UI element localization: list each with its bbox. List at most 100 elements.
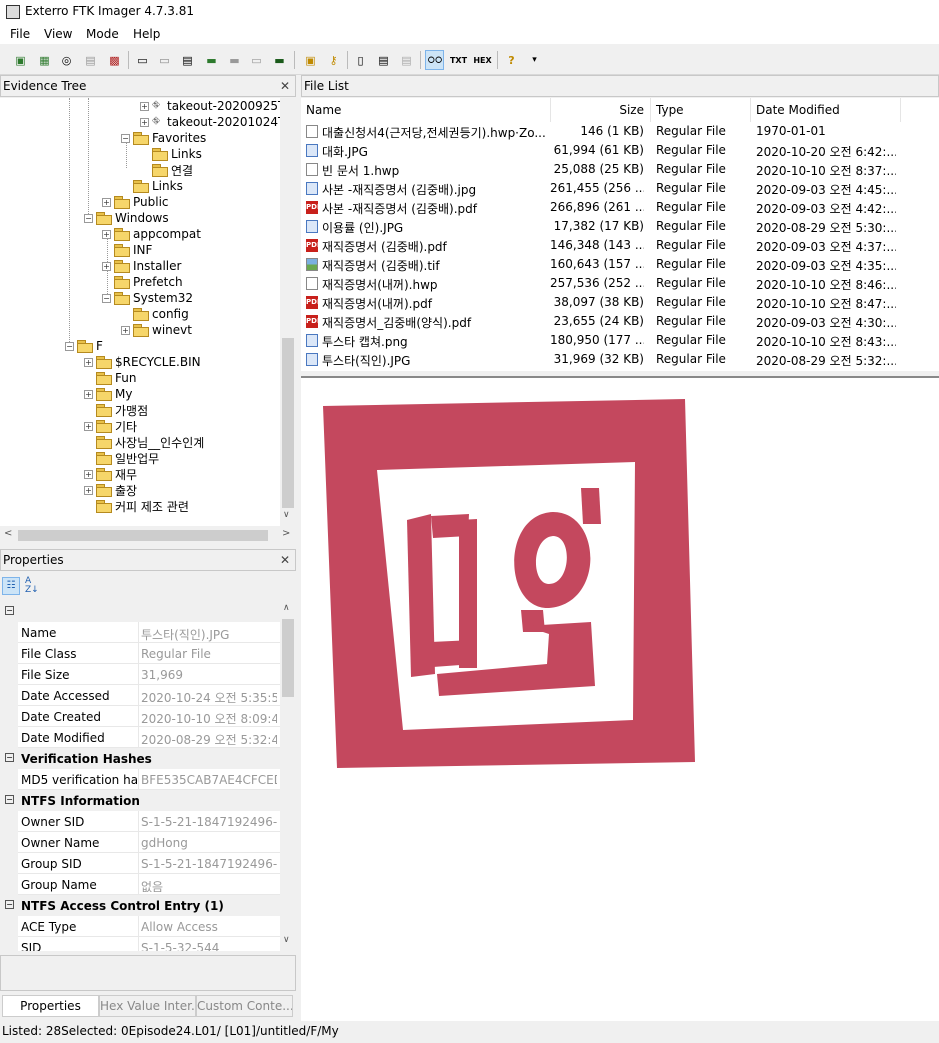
tree-node[interactable]: + $RECYCLE.BIN — [84, 354, 201, 370]
file-list-row[interactable]: 대출신청서4(근저당,전세권등기).hwp·Zo... 146 (1 KB) Reg… — [301, 122, 901, 141]
tree-horizontal-scrollbar[interactable]: < > — [0, 526, 296, 544]
tree-node[interactable]: − Windows — [84, 210, 169, 226]
obtain-protected-files-icon[interactable]: ⚷ — [325, 52, 342, 68]
expand-icon[interactable]: + — [84, 485, 93, 495]
expand-icon[interactable]: + — [140, 117, 149, 127]
close-icon[interactable]: ✕ — [280, 553, 290, 567]
remove-evidence-icon[interactable]: ▤ — [82, 52, 99, 68]
help-icon[interactable]: ? — [503, 52, 520, 68]
capture-memory-icon[interactable]: ▣ — [302, 52, 319, 68]
collapse-icon[interactable]: − — [5, 900, 14, 909]
export-directory-listing-icon[interactable]: ▤ — [398, 52, 415, 68]
tree-node[interactable]: + Public — [102, 194, 169, 210]
property-category[interactable]: − NTFS Access Control Entry (1) — [0, 895, 280, 916]
categorized-icon[interactable]: ☷ — [2, 577, 20, 595]
tree-node[interactable]: + ⛗ takeout-20200925T — [140, 98, 280, 114]
tree-node[interactable]: +Links — [121, 178, 183, 194]
text-view-icon[interactable]: TXT — [450, 52, 467, 68]
sort-alpha-icon[interactable]: A Z↓ — [25, 577, 43, 595]
hex-view-icon[interactable]: HEX — [473, 52, 491, 68]
export-disk-image-icon[interactable]: ▭ — [156, 52, 173, 68]
expand-icon[interactable]: + — [84, 469, 93, 479]
column-header-type[interactable]: Type — [650, 98, 751, 122]
file-list-row[interactable]: 투스타(직인).JPG 31,969 (32 KB) Regular File 202… — [301, 350, 901, 369]
column-header-name[interactable]: Name — [301, 98, 551, 122]
property-row[interactable]: Group SID S-1-5-21-1847192496-4 — [0, 853, 280, 874]
tree-node[interactable]: +INF — [102, 242, 152, 258]
file-list-row[interactable]: 대화.JPG 61,994 (61 KB) Regular File 2020-10-… — [301, 141, 901, 160]
tree-vertical-scrollbar[interactable]: ∨ — [280, 98, 296, 526]
property-row[interactable]: MD5 verification hash BFE535CAB7AE4CFCED7 — [0, 769, 280, 790]
property-row[interactable]: File Size 31,969 — [0, 664, 280, 685]
property-category[interactable]: − Verification Hashes — [0, 748, 280, 769]
column-header-date-modified[interactable]: Date Modified — [750, 98, 901, 122]
tree-node[interactable]: + winevt — [121, 322, 192, 338]
image-mounting-icon[interactable]: ◎ — [58, 52, 75, 68]
tree-node[interactable]: + 재무 — [84, 466, 137, 482]
auto-view-icon[interactable]: ഠഠ — [425, 50, 444, 70]
property-category[interactable]: − — [0, 601, 280, 622]
property-row[interactable]: Date Accessed 2020-10-24 오전 5:35:50 — [0, 685, 280, 706]
property-row[interactable]: Owner Name gdHong — [0, 832, 280, 853]
menu-mode[interactable]: Mode — [86, 27, 119, 41]
property-row[interactable]: Date Created 2020-10-10 오전 8:09:42 — [0, 706, 280, 727]
collapse-icon[interactable]: − — [5, 606, 14, 615]
property-row[interactable]: Date Modified 2020-08-29 오전 5:32:40 — [0, 727, 280, 748]
property-row[interactable]: File Class Regular File — [0, 643, 280, 664]
file-list-row[interactable]: PDF 사본 -재직증명서 (김중배).pdf 266,896 (261 ... Re… — [301, 198, 901, 217]
tree-node[interactable]: +사장님__인수인계 — [84, 434, 204, 450]
tree-node[interactable]: − F — [65, 338, 103, 354]
tree-node[interactable]: +일반업무 — [84, 450, 159, 466]
collapse-icon[interactable]: − — [65, 341, 74, 351]
menu-help[interactable]: Help — [133, 27, 160, 41]
property-category[interactable]: − NTFS Information — [0, 790, 280, 811]
expand-icon[interactable]: + — [121, 325, 130, 335]
more-icon[interactable]: ▾ — [526, 52, 543, 68]
decrypt-icon[interactable]: ▭ — [248, 52, 265, 68]
tree-node[interactable]: +Links — [140, 146, 202, 162]
collapse-icon[interactable]: − — [102, 293, 111, 303]
property-row[interactable]: Group Name 없음 — [0, 874, 280, 895]
file-list-row[interactable]: PDF 재직증명서(내꺼).pdf 38,097 (38 KB) Regular Fi… — [301, 293, 901, 312]
tree-node[interactable]: + ⛗ takeout-20201024T — [140, 114, 280, 130]
tree-node[interactable]: +가맹점 — [84, 402, 148, 418]
collapse-icon[interactable]: − — [121, 133, 130, 143]
expand-icon[interactable]: + — [102, 229, 111, 239]
tree-node[interactable]: + Installer — [102, 258, 181, 274]
tree-node[interactable]: +config — [121, 306, 189, 322]
file-list-row[interactable]: 사본 -재직증명서 (김중배).jpg 261,455 (256 ... Regul… — [301, 179, 901, 198]
file-list-row[interactable]: PDF 재직증명서_김중배(양식).pdf 23,655 (24 KB) Regula… — [301, 312, 901, 331]
property-row[interactable]: Owner SID S-1-5-21-1847192496-4 — [0, 811, 280, 832]
tree-node[interactable]: +커피 제조 관련 — [84, 498, 189, 514]
collapse-icon[interactable]: − — [5, 795, 14, 804]
collapse-icon[interactable]: − — [5, 753, 14, 762]
file-list-row[interactable]: 재직증명서 (김중배).tif 160,643 (157 ... Regular F… — [301, 255, 901, 274]
column-header-size[interactable]: Size — [550, 98, 651, 122]
tab-hex-value-interpreter[interactable]: Hex Value Inter... — [99, 995, 196, 1017]
tree-node[interactable]: + 출장 — [84, 482, 137, 498]
property-row[interactable]: Name 투스타(직인).JPG — [0, 622, 280, 643]
tree-node[interactable]: − System32 — [102, 290, 193, 306]
tree-node[interactable]: +Prefetch — [102, 274, 183, 290]
add-evidence-icon[interactable]: ▣ — [12, 52, 29, 68]
add-all-evidence-icon[interactable]: ▦ — [36, 52, 53, 68]
add-to-custom-content-icon[interactable]: ▬ — [203, 52, 220, 68]
expand-icon[interactable]: + — [102, 261, 111, 271]
export-hash-list-icon[interactable]: ▤ — [375, 52, 392, 68]
collapse-icon[interactable]: − — [84, 213, 93, 223]
file-list-row[interactable]: 재직증명서(내꺼).hwp 257,536 (252 ... Regular Fil… — [301, 274, 901, 293]
properties-scrollbar[interactable]: ∧ ∨ — [280, 601, 296, 951]
expand-icon[interactable]: + — [140, 101, 149, 111]
file-list-row[interactable]: 투스타 캡쳐.png 180,950 (177 ... Regular File 20… — [301, 331, 901, 350]
tree-node[interactable]: + appcompat — [102, 226, 201, 242]
expand-icon[interactable]: + — [84, 421, 93, 431]
tree-node[interactable]: +Fun — [84, 370, 136, 386]
verify-drive-icon[interactable]: ▬ — [271, 52, 288, 68]
close-icon[interactable]: ✕ — [280, 79, 290, 93]
property-row[interactable]: ACE Type Allow Access — [0, 916, 280, 937]
tab-custom-content[interactable]: Custom Conte... — [196, 995, 293, 1017]
menu-view[interactable]: View — [44, 27, 72, 41]
expand-icon[interactable]: + — [84, 357, 93, 367]
export-logical-image-icon[interactable]: ▤ — [179, 52, 196, 68]
tree-node[interactable]: +연결 — [140, 162, 193, 178]
